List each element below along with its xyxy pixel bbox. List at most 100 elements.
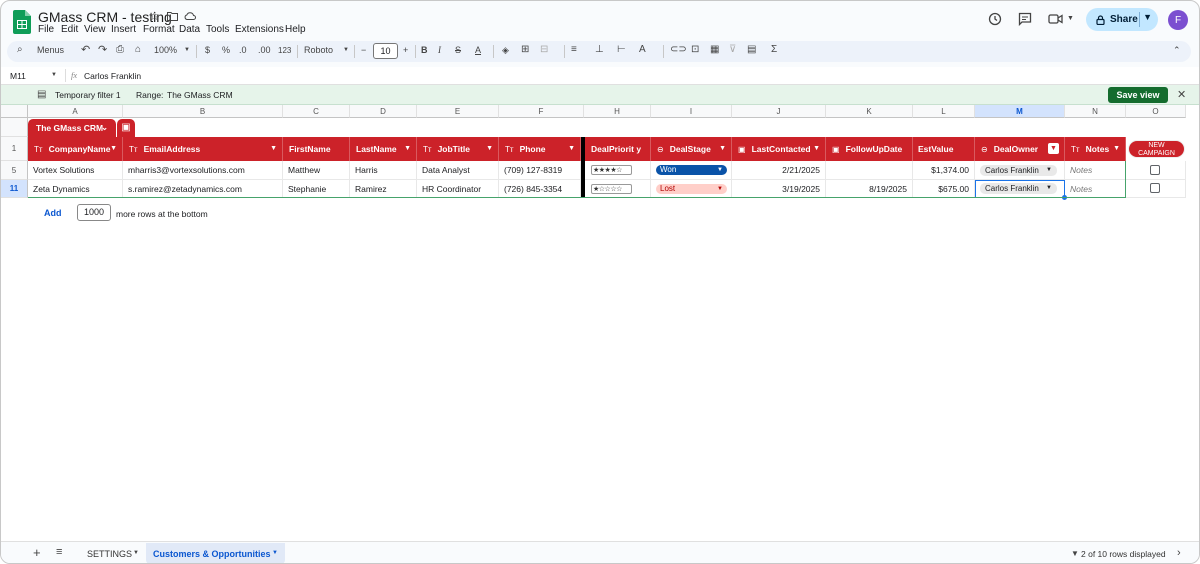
cell-company[interactable]: Zeta Dynamics [28,180,123,198]
undo-icon[interactable]: ↶ [81,43,90,56]
sheets-logo-icon[interactable] [13,10,31,34]
print-icon[interactable]: ⎙ [116,44,124,55]
rating-stars[interactable]: ★★★★☆ [591,165,632,175]
vertical-align-icon[interactable]: ⊥ [595,44,604,55]
chip-dropdown-icon[interactable]: ▼ [1046,165,1052,176]
cell-est-value[interactable]: $675.00 [913,180,975,198]
borders-icon[interactable]: ⊞ [521,44,529,55]
row-header-5[interactable]: 5 [1,161,28,180]
filter-menu-icon[interactable]: ▼ [110,145,117,152]
name-box[interactable]: M11 [10,71,26,81]
new-campaign-button[interactable]: NEW CAMPAIGN [1128,140,1185,158]
paint-format-icon[interactable]: ⌂ [135,44,141,55]
header-company-name[interactable]: Tт CompanyName ▼ [28,137,123,161]
create-filter-icon[interactable]: ⊽ [729,44,736,55]
chip-dropdown-icon[interactable]: ▼ [1046,183,1052,194]
column-header-n[interactable]: N [1065,105,1126,118]
column-header-h[interactable]: H [584,105,651,118]
text-wrapping-icon[interactable]: ⊢ [617,44,626,55]
header-last-contacted[interactable]: ▣ LastContacted ▼ [732,137,826,161]
insert-chart-icon[interactable]: ▦ [710,44,719,55]
cell-est-value[interactable]: $1,374.00 [913,161,975,180]
font-size-input[interactable]: 10 [373,43,398,59]
header-deal-owner[interactable]: ⊖ DealOwner ▼ [975,137,1065,161]
chip-dropdown-icon[interactable]: ▼ [717,184,723,194]
cell-last-contacted[interactable]: 3/19/2025 [732,180,826,198]
bold-icon[interactable]: B [421,45,428,55]
column-header-b[interactable]: B [123,105,283,118]
cell-stage[interactable]: Lost ▼ [651,180,732,198]
row-header-1[interactable]: 1 [1,137,28,161]
column-header-k[interactable]: K [826,105,913,118]
strikethrough-icon[interactable]: S [455,45,461,55]
close-filter-icon[interactable]: ✕ [1177,88,1186,101]
header-first-name[interactable]: FirstName [283,137,350,161]
filter-menu-icon[interactable]: ▼ [719,145,726,152]
active-filter-icon[interactable]: ▼ [1048,143,1059,154]
cell-follow-up[interactable] [826,161,913,180]
cell-last-name[interactable]: Harris [350,161,417,180]
header-last-name[interactable]: LastName ▼ [350,137,417,161]
rating-stars[interactable]: ★☆☆☆☆ [591,184,632,194]
chip-dropdown-icon[interactable]: ▼ [717,165,723,175]
column-header-d[interactable]: D [350,105,417,118]
filter-menu-icon[interactable]: ▼ [1113,145,1120,152]
redo-icon[interactable]: ↷ [98,43,107,56]
header-follow-up-date[interactable]: ▣ FollowUpDate [826,137,913,161]
column-header-j[interactable]: J [732,105,826,118]
meet-video-icon[interactable] [1048,13,1063,25]
text-color-icon[interactable]: A [475,45,481,55]
owner-chip[interactable]: Carlos Franklin ▼ [980,165,1057,176]
menu-insert[interactable]: Insert [111,24,136,35]
filter-name[interactable]: Temporary filter 1 [55,90,121,100]
cell-owner-selected[interactable]: Carlos Franklin ▼ [975,180,1065,198]
menu-data[interactable]: Data [179,24,200,35]
cell-last-contacted[interactable]: 2/21/2025 [732,161,826,180]
percent-format-button[interactable]: % [222,45,230,55]
row-header-11[interactable]: 11 [1,180,28,198]
menu-view[interactable]: View [84,24,106,35]
add-sheet-icon[interactable]: + [33,545,41,560]
increase-font-size-button[interactable]: + [403,45,408,55]
cell-first-name[interactable]: Matthew [283,161,350,180]
star-icon[interactable]: ☆ [149,9,160,23]
column-header-c[interactable]: C [283,105,350,118]
cell-notes[interactable]: Notes [1065,180,1126,198]
row-checkbox[interactable] [1150,183,1160,193]
text-rotation-icon[interactable]: A [639,44,646,55]
cell-checkbox[interactable] [1126,180,1186,198]
cell-owner[interactable]: Carlos Franklin ▼ [975,161,1065,180]
range-value[interactable]: The GMass CRM [167,90,233,100]
search-icon[interactable]: ⌕ [17,44,23,55]
cell-email[interactable]: mharris3@vortexsolutions.com [123,161,283,180]
select-all-corner[interactable] [1,105,28,118]
italic-icon[interactable]: I [438,45,441,55]
explore-icon[interactable]: › [1177,547,1181,559]
insert-link-icon[interactable]: ⊂⊃ [670,44,687,55]
header-est-value[interactable]: EstValue [913,137,975,161]
fill-color-icon[interactable]: ◈ [502,45,509,56]
zoom-dropdown-icon[interactable]: ▼ [184,47,190,53]
cell-last-name[interactable]: Ramirez [350,180,417,198]
tab-menu-icon[interactable]: ▼ [272,550,278,556]
table-menu-chevron-icon[interactable]: ⌄ [101,119,108,137]
menu-file[interactable]: File [38,24,54,35]
row-checkbox[interactable] [1150,165,1160,175]
decrease-decimal-button[interactable]: .0 [239,45,247,55]
menu-edit[interactable]: Edit [61,24,78,35]
tab-menu-icon[interactable]: ▼ [133,550,139,556]
add-rows-count-input[interactable]: 1000 [77,204,111,221]
name-box-dropdown-icon[interactable]: ▼ [51,72,57,78]
cell-job-title[interactable]: Data Analyst [417,161,499,180]
table-view-icon[interactable]: ▣ [117,119,135,137]
cell-priority[interactable]: ★★★★☆ [585,161,651,180]
cell-first-name[interactable]: Stephanie [283,180,350,198]
share-button[interactable]: Share ▼ [1086,8,1158,31]
cell-priority[interactable]: ★☆☆☆☆ [585,180,651,198]
column-header-i[interactable]: I [651,105,732,118]
add-rows-button[interactable]: Add [44,208,62,218]
all-sheets-icon[interactable]: ≡ [56,546,62,558]
menu-extensions[interactable]: Extensions [235,24,284,35]
column-header-a[interactable]: A [28,105,123,118]
filter-menu-icon[interactable]: ▼ [813,145,820,152]
